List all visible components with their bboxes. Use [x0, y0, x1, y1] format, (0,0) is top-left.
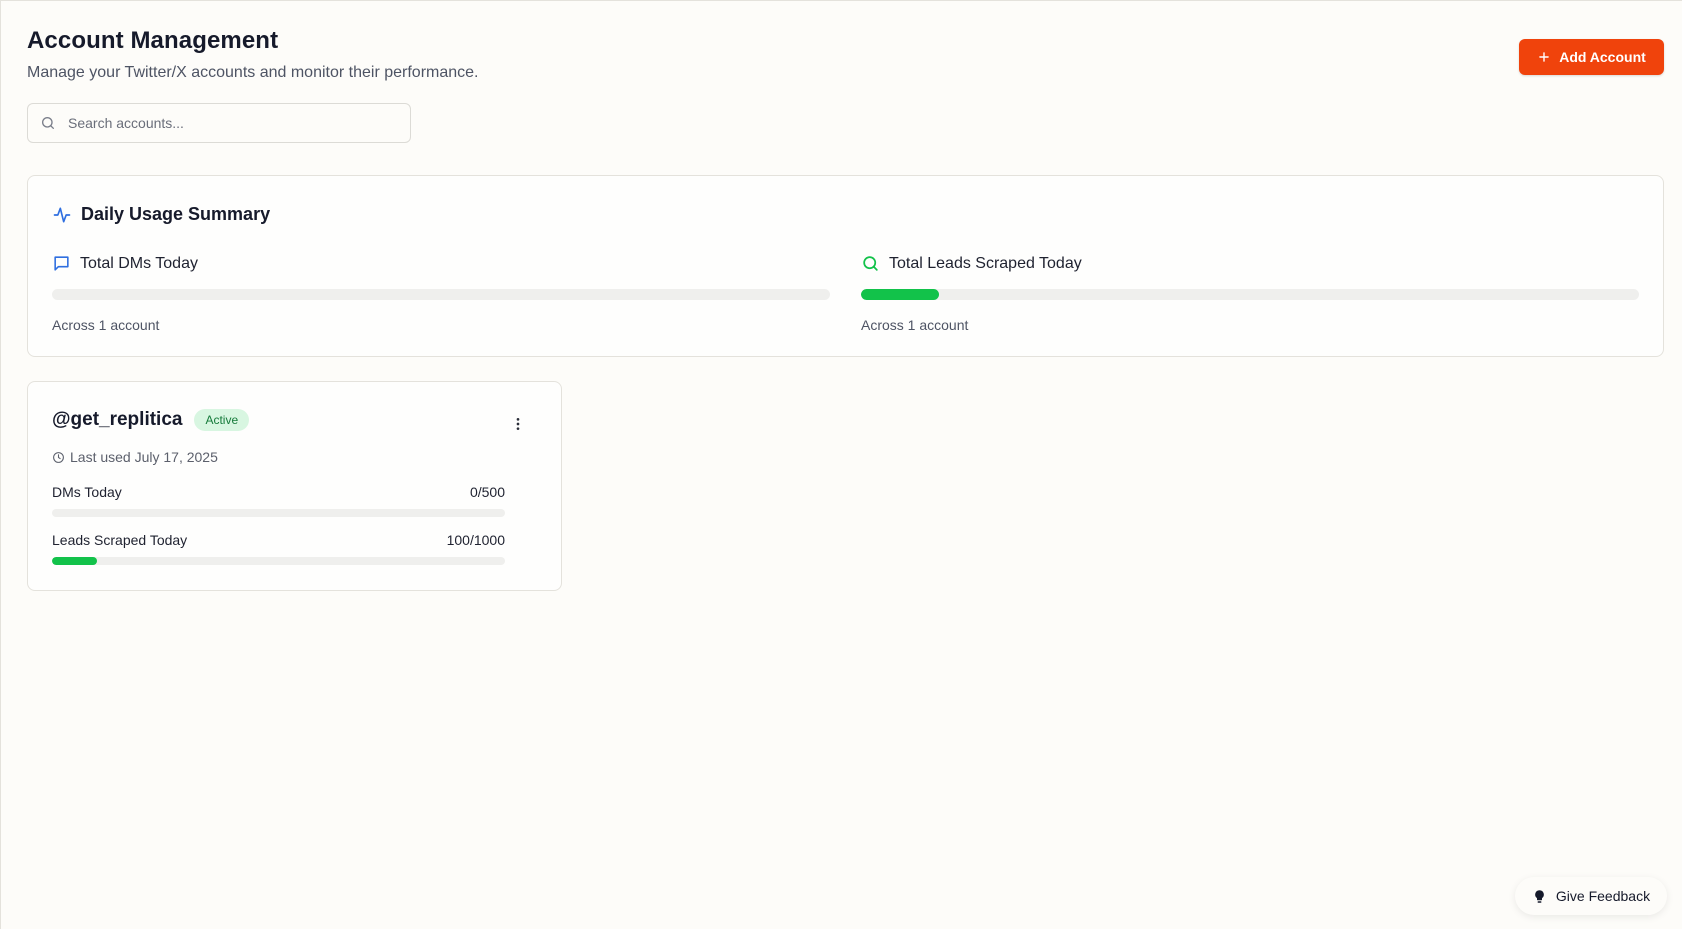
total-leads-note: Across 1 account — [861, 317, 969, 333]
daily-usage-summary-card: Daily Usage Summary Total DMs Today Acro… — [27, 175, 1664, 357]
summary-header: Daily Usage Summary — [52, 204, 270, 225]
add-account-label: Add Account — [1559, 49, 1646, 65]
account-menu-button[interactable] — [506, 412, 530, 436]
last-used-text: Last used July 17, 2025 — [70, 449, 218, 465]
leads-scraped-label: Leads Scraped Today — [52, 532, 188, 548]
search-icon — [863, 256, 878, 271]
activity-icon — [53, 207, 71, 222]
give-feedback-label: Give Feedback — [1555, 888, 1651, 904]
total-dms-progress-bar — [52, 289, 830, 300]
status-badge: Active — [194, 409, 250, 431]
dms-today-value: 0/500 — [469, 484, 505, 500]
dms-today-metric: DMs Today 0/500 — [52, 484, 505, 517]
summary-title: Daily Usage Summary — [81, 204, 271, 224]
total-dms-label: Total DMs Today — [80, 254, 198, 272]
page-header: Account Management Manage your Twitter/X… — [27, 27, 478, 82]
clock-icon — [53, 451, 64, 463]
page-subtitle: Manage your Twitter/X accounts and monit… — [27, 64, 479, 81]
dms-today-label: DMs Today — [52, 484, 122, 500]
account-card: @get_replitica Active Last used July 17,… — [27, 381, 562, 591]
total-leads-stat: Total Leads Scraped Today Across 1 accou… — [861, 254, 1639, 333]
leads-scraped-value: 100/1000 — [446, 532, 505, 548]
leads-scraped-metric: Leads Scraped Today 100/1000 — [52, 532, 505, 565]
total-leads-progress-bar — [861, 289, 1639, 300]
give-feedback-button[interactable]: Give Feedback — [1515, 877, 1667, 915]
leads-scraped-progress-bar — [52, 557, 505, 565]
total-dms-note: Across 1 account — [52, 317, 160, 333]
page-title: Account Management — [27, 27, 279, 54]
search-box[interactable] — [27, 103, 411, 143]
total-leads-label: Total Leads Scraped Today — [889, 254, 1082, 272]
plus-icon — [1539, 52, 1549, 62]
message-square-icon — [54, 256, 69, 271]
add-account-button[interactable]: Add Account — [1519, 39, 1664, 75]
more-vertical-icon — [516, 418, 520, 430]
dms-today-progress-bar — [52, 509, 505, 517]
lightbulb-icon — [1535, 889, 1544, 903]
total-dms-stat: Total DMs Today Across 1 account — [52, 254, 830, 333]
search-icon — [42, 117, 54, 129]
account-handle: @get_replitica — [52, 409, 183, 430]
leads-scraped-progress-fill — [52, 557, 98, 565]
search-input[interactable] — [68, 115, 398, 131]
last-used: Last used July 17, 2025 — [52, 449, 218, 465]
total-leads-progress-fill — [861, 289, 939, 300]
account-management-page: Account Management Manage your Twitter/X… — [0, 0, 1682, 929]
